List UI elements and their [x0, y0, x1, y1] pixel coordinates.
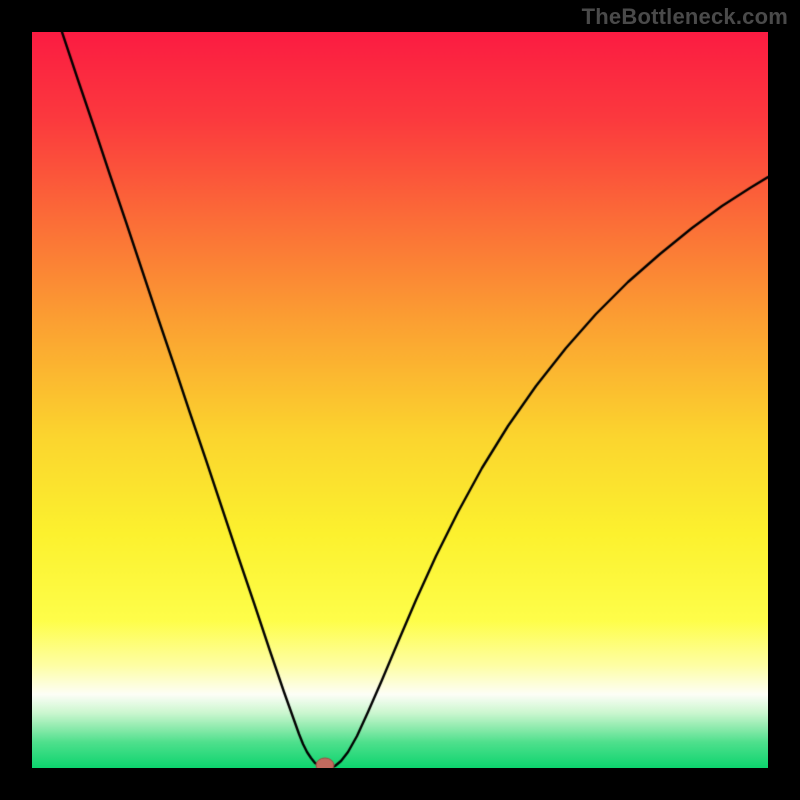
chart-frame: TheBottleneck.com: [0, 0, 800, 800]
watermark-text: TheBottleneck.com: [582, 4, 788, 30]
bottleneck-curve-plot: [32, 32, 768, 768]
